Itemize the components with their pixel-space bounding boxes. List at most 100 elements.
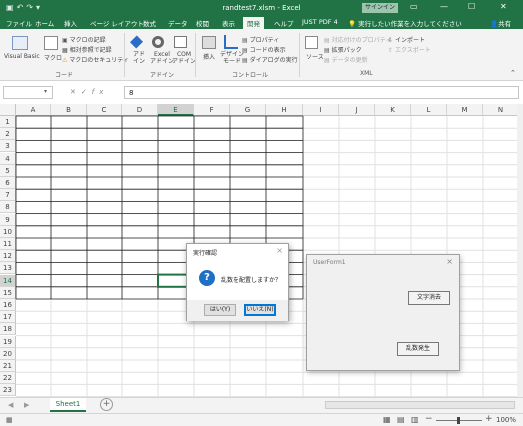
tab-review[interactable]: 校閲 <box>196 18 209 28</box>
title-bar: ▣↶↷▾ randtest7.xlsm - Excel サインイン ▭ — ☐ … <box>0 0 523 16</box>
ribbon-display-icon[interactable]: ▭ <box>410 2 418 11</box>
import-button[interactable]: ⇩ インポート <box>388 35 425 44</box>
tab-data[interactable]: データ <box>168 18 188 28</box>
group-separator <box>195 33 196 77</box>
tab-help[interactable]: ヘルプ <box>274 18 294 28</box>
tab-view[interactable]: 表示 <box>222 18 235 28</box>
share-label: 共有 <box>498 20 512 28</box>
sheet-tab-sheet1[interactable]: Sheet1 <box>50 398 86 412</box>
close-icon[interactable]: × <box>276 246 283 255</box>
userform-window: UserForm1 × 文字消去 乱数発生 <box>306 254 460 371</box>
view-code-button[interactable]: ▤ コードの表示 <box>242 45 286 54</box>
view-code-icon: ▤ <box>242 47 250 54</box>
run-dialog-button[interactable]: ▤ ダイアログの実行 <box>242 55 298 64</box>
group-separator <box>124 33 125 77</box>
gear-icon[interactable] <box>152 36 164 48</box>
add-sheet-button[interactable]: + <box>100 398 113 411</box>
tell-me-text: 実行したい作業を入力してください <box>358 20 462 28</box>
export-icon: ⇧ <box>388 47 395 54</box>
insert-control-button[interactable]: 挿入 <box>203 52 215 61</box>
properties-icon: ▤ <box>242 37 250 44</box>
zoom-in-icon[interactable]: + <box>485 414 493 424</box>
clear-text-button[interactable]: 文字消去 <box>408 291 450 305</box>
import-icon: ⇩ <box>388 37 395 44</box>
zoom-slider-thumb[interactable] <box>457 417 460 424</box>
close-window-icon[interactable]: ✕ <box>500 2 507 11</box>
lightbulb-icon: 💡 <box>348 20 359 28</box>
xml-source-icon[interactable] <box>305 36 318 49</box>
sheet-tab-bar: ◀ ▶ Sheet1 + <box>0 397 523 413</box>
refresh-icon: ▤ <box>324 57 332 64</box>
excel-addins-button[interactable]: Excel アドイン <box>150 51 174 65</box>
fx-icon[interactable]: fx <box>92 88 109 96</box>
maximize-icon[interactable]: ☐ <box>468 2 475 11</box>
properties-button[interactable]: ▤ プロパティ <box>242 35 279 44</box>
source-button[interactable]: ソース <box>306 52 324 61</box>
relative-ref-button[interactable]: ▦ 相対参照で記録 <box>62 45 112 54</box>
macro-record-icon[interactable]: ▦ <box>6 416 13 424</box>
design-mode-icon[interactable] <box>224 35 238 49</box>
page-layout-view-icon[interactable]: ▤ <box>397 415 405 424</box>
addin-group-label: アドイン <box>150 72 175 79</box>
zoom-level[interactable]: 100% <box>496 416 516 424</box>
run-dialog-icon: ▤ <box>242 57 250 64</box>
export-button[interactable]: ⇧ エクスポート <box>388 45 431 54</box>
expansion-pack-button[interactable]: ▤ 拡張パック <box>324 45 362 54</box>
vertical-scrollbar[interactable] <box>517 104 523 397</box>
cancel-icon[interactable]: ✕ <box>70 88 81 96</box>
record-macro-button[interactable]: ▣ マクロの記録 <box>62 35 106 44</box>
enter-icon[interactable]: ✓ <box>81 88 92 96</box>
toolbox-icon[interactable] <box>202 36 216 49</box>
tab-insert[interactable]: 挿入 <box>64 18 77 28</box>
person-icon: 👤 <box>490 20 499 28</box>
com-addins-icon[interactable] <box>174 36 187 48</box>
relative-ref-icon: ▦ <box>62 47 70 54</box>
scroll-left-icon[interactable]: ◀ <box>8 401 13 409</box>
yes-button[interactable]: はい(Y) <box>204 304 236 316</box>
formula-icons: ✕✓fx <box>70 88 108 96</box>
ribbon-tabs: ファイル ホーム 挿入 ページ レイアウト 数式 データ 校閲 表示 開発 ヘル… <box>0 16 523 29</box>
expansion-pack-icon: ▤ <box>324 47 332 54</box>
generate-random-button[interactable]: 乱数発生 <box>397 342 439 356</box>
xml-group-label: XML <box>360 70 373 77</box>
macro-icon[interactable] <box>44 36 58 50</box>
question-icon: ? <box>199 270 215 286</box>
normal-view-icon[interactable]: ▦ <box>383 415 391 424</box>
zoom-out-icon[interactable]: − <box>425 414 433 424</box>
com-addins-button[interactable]: COM アドイン <box>172 51 196 65</box>
formula-input[interactable]: 8 <box>124 86 519 99</box>
horizontal-scrollbar[interactable] <box>325 401 515 409</box>
tell-me-box[interactable]: 💡 実行したい作業を入力してください <box>348 18 462 28</box>
minimize-icon[interactable]: — <box>440 2 448 11</box>
userform-title: UserForm1 <box>313 259 346 266</box>
formula-bar: ▾ ✕✓fx 8 <box>0 86 523 100</box>
no-button[interactable]: いいえ(N) <box>244 304 276 316</box>
record-icon: ▣ <box>62 37 70 44</box>
visual-basic-icon[interactable] <box>12 36 28 50</box>
tab-developer[interactable]: 開発 <box>243 17 264 29</box>
macro-security-button[interactable]: ⚠ マクロのセキュリティ <box>62 55 129 64</box>
share-button[interactable]: 👤共有 <box>490 18 511 28</box>
collapse-ribbon-icon[interactable]: ⌃ <box>510 69 516 77</box>
tab-home[interactable]: ホーム <box>35 18 54 28</box>
dialog-title: 実行確認 <box>193 250 218 257</box>
chevron-down-icon[interactable]: ▾ <box>44 88 47 95</box>
addins-button[interactable]: アド イン <box>133 51 145 65</box>
tab-file[interactable]: ファイル <box>6 18 32 28</box>
design-mode-button[interactable]: デザイン モード <box>220 51 244 65</box>
macro-button[interactable]: マクロ <box>44 53 62 62</box>
close-icon[interactable]: × <box>446 257 453 266</box>
visual-basic-button[interactable]: Visual Basic <box>4 53 40 60</box>
addins-icon[interactable] <box>129 35 144 49</box>
tab-just-pdf[interactable]: JUST PDF 4 <box>302 18 338 26</box>
signin-button[interactable]: サインイン <box>362 3 398 13</box>
map-properties-button[interactable]: ▤ 対応付けのプロパティ <box>324 35 391 44</box>
scroll-right-icon[interactable]: ▶ <box>24 401 29 409</box>
map-properties-icon: ▤ <box>324 37 332 44</box>
refresh-data-button[interactable]: ▤ データの更新 <box>324 55 368 64</box>
page-break-view-icon[interactable]: ▥ <box>411 415 419 424</box>
ribbon: Visual Basic マクロ ▣ マクロの記録 ▦ 相対参照で記録 ⚠ マク… <box>0 29 523 81</box>
dialog-footer: はい(Y) いいえ(N) <box>187 300 288 321</box>
tab-formulas[interactable]: 数式 <box>143 18 156 28</box>
tab-page-layout[interactable]: ページ レイアウト <box>90 18 144 28</box>
